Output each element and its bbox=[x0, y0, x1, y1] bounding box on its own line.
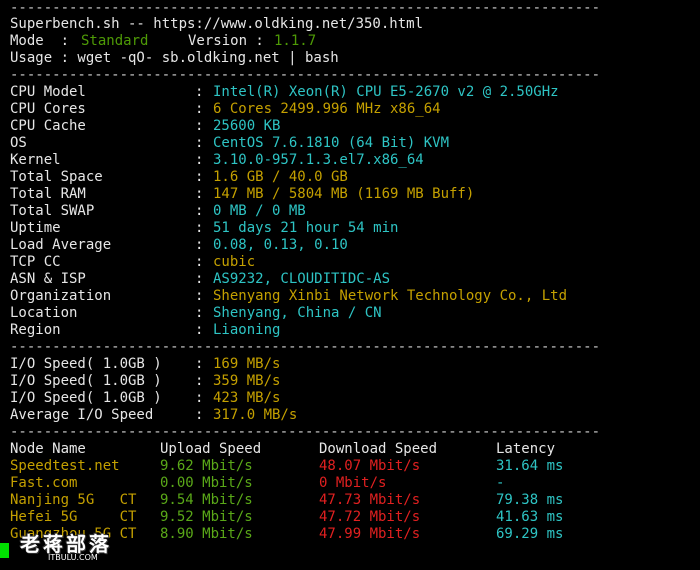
watermark-subtitle: ITBULU.COM bbox=[48, 553, 98, 562]
system-info-label: Uptime bbox=[10, 220, 61, 236]
mode-label: Mode : bbox=[10, 33, 78, 49]
io-speed-label: I/O Speed( 1.0GB ) bbox=[10, 356, 162, 372]
system-info-label: ASN & ISP bbox=[10, 271, 86, 287]
io-speed-value: 169 MB/s bbox=[213, 356, 281, 372]
header-latency: Latency bbox=[496, 441, 556, 457]
io-speed-label: I/O Speed( 1.0GB ) bbox=[10, 390, 162, 406]
header-node-name: Node Name bbox=[10, 441, 86, 457]
colon-separator: : bbox=[195, 288, 204, 304]
speedtest-latency: 31.64 ms bbox=[496, 458, 564, 474]
system-info-value: 147 MB / 5804 MB (1169 MB Buff) bbox=[213, 186, 475, 202]
system-info-value: 25600 KB bbox=[213, 118, 281, 134]
system-info-value: Liaoning bbox=[213, 322, 281, 338]
system-info-label: Location bbox=[10, 305, 78, 321]
speedtest-header-row: Node Name Upload Speed Download Speed La… bbox=[10, 441, 555, 458]
speedtest-node-name: Hefei 5G CT bbox=[10, 509, 137, 525]
colon-separator: : bbox=[195, 356, 204, 372]
usage-line: Usage : wget -qO- sb.oldking.net | bash bbox=[10, 50, 339, 66]
colon-separator: : bbox=[195, 305, 204, 321]
system-info-value: AS9232, CLOUDITIDC-AS bbox=[213, 271, 391, 287]
speedtest-download: 48.07 Mbit/s bbox=[319, 458, 421, 474]
separator-line: ----------------------------------------… bbox=[10, 424, 601, 440]
colon-separator: : bbox=[195, 390, 204, 406]
watermark-logo: 老蒋部落 ITBULU.COM bbox=[20, 528, 130, 568]
colon-separator: : bbox=[195, 322, 204, 338]
speedtest-download: 47.73 Mbit/s bbox=[319, 492, 421, 508]
system-info-label: OS bbox=[10, 135, 27, 151]
system-info-value: 0.08, 0.13, 0.10 bbox=[213, 237, 348, 253]
system-info-label: Total SWAP bbox=[10, 203, 95, 219]
speedtest-upload: 9.62 Mbit/s bbox=[160, 458, 253, 474]
system-info-value: Intel(R) Xeon(R) CPU E5-2670 v2 @ 2.50GH… bbox=[213, 84, 559, 100]
system-info-value: 1.6 GB / 40.0 GB bbox=[213, 169, 348, 185]
speedtest-latency: 69.29 ms bbox=[496, 526, 564, 542]
io-speed-value: 317.0 MB/s bbox=[213, 407, 298, 423]
colon-separator: : bbox=[195, 84, 204, 100]
system-info-value: cubic bbox=[213, 254, 256, 270]
system-info-label: Organization bbox=[10, 288, 112, 304]
system-info-label: CPU Cores bbox=[10, 101, 86, 117]
speedtest-upload: 9.54 Mbit/s bbox=[160, 492, 253, 508]
system-info-value: CentOS 7.6.1810 (64 Bit) KVM bbox=[213, 135, 450, 151]
colon-separator: : bbox=[195, 169, 204, 185]
io-speed-value: 423 MB/s bbox=[213, 390, 281, 406]
speedtest-latency: 79.38 ms bbox=[496, 492, 564, 508]
colon-separator: : bbox=[195, 203, 204, 219]
speedtest-node-name: Speedtest.net bbox=[10, 458, 120, 474]
version-value: 1.1.7 bbox=[274, 33, 317, 49]
version-label: Version : bbox=[188, 33, 273, 49]
header-download-speed: Download Speed bbox=[319, 441, 438, 457]
system-info-label: Total RAM bbox=[10, 186, 86, 202]
colon-separator: : bbox=[195, 101, 204, 117]
colon-separator: : bbox=[195, 135, 204, 151]
speedtest-upload: 8.90 Mbit/s bbox=[160, 526, 253, 542]
system-info-value: 6 Cores 2499.996 MHz x86_64 bbox=[213, 101, 441, 117]
speedtest-upload: 0.00 Mbit/s bbox=[160, 475, 253, 491]
system-info-value: 3.10.0-957.1.3.el7.x86_64 bbox=[213, 152, 424, 168]
colon-separator: : bbox=[195, 237, 204, 253]
speedtest-download: 47.99 Mbit/s bbox=[319, 526, 421, 542]
colon-separator: : bbox=[195, 271, 204, 287]
speedtest-latency: 41.63 ms bbox=[496, 509, 564, 525]
io-speed-label: I/O Speed( 1.0GB ) bbox=[10, 373, 162, 389]
colon-separator: : bbox=[195, 407, 204, 423]
mode-value: Standard bbox=[81, 33, 149, 49]
colon-separator: : bbox=[195, 152, 204, 168]
separator-line: ----------------------------------------… bbox=[10, 0, 601, 16]
speedtest-download: 47.72 Mbit/s bbox=[319, 509, 421, 525]
speedtest-node-name: Nanjing 5G CT bbox=[10, 492, 137, 508]
system-info-value: Shenyang Xinbi Network Technology Co., L… bbox=[213, 288, 568, 304]
system-info-label: CPU Cache bbox=[10, 118, 86, 134]
system-info-label: Region bbox=[10, 322, 61, 338]
speedtest-latency: - bbox=[496, 475, 505, 491]
separator-line: ----------------------------------------… bbox=[10, 67, 601, 83]
header-upload-speed: Upload Speed bbox=[160, 441, 262, 457]
system-info-label: Total Space bbox=[10, 169, 103, 185]
colon-separator: : bbox=[195, 118, 204, 134]
colon-separator: : bbox=[195, 373, 204, 389]
colon-separator: : bbox=[195, 220, 204, 236]
colon-separator: : bbox=[195, 254, 204, 270]
separator-line: ----------------------------------------… bbox=[10, 339, 601, 355]
terminal-cursor bbox=[0, 543, 9, 558]
system-info-value: Shenyang, China / CN bbox=[213, 305, 382, 321]
colon-separator: : bbox=[195, 186, 204, 202]
speedtest-node-name: Fast.com bbox=[10, 475, 78, 491]
system-info-value: 51 days 21 hour 54 min bbox=[213, 220, 399, 236]
system-info-value: 0 MB / 0 MB bbox=[213, 203, 306, 219]
io-speed-label: Average I/O Speed bbox=[10, 407, 154, 423]
system-info-label: Kernel bbox=[10, 152, 61, 168]
speedtest-download: 0 Mbit/s bbox=[319, 475, 387, 491]
system-info-label: TCP CC bbox=[10, 254, 61, 270]
header-title-line: Superbench.sh -- https://www.oldking.net… bbox=[10, 16, 424, 32]
io-speed-value: 359 MB/s bbox=[213, 373, 281, 389]
mode-line: Mode : Standard Version : 1.1.7 bbox=[10, 33, 316, 50]
speedtest-upload: 9.52 Mbit/s bbox=[160, 509, 253, 525]
system-info-label: Load Average bbox=[10, 237, 112, 253]
system-info-label: CPU Model bbox=[10, 84, 86, 100]
